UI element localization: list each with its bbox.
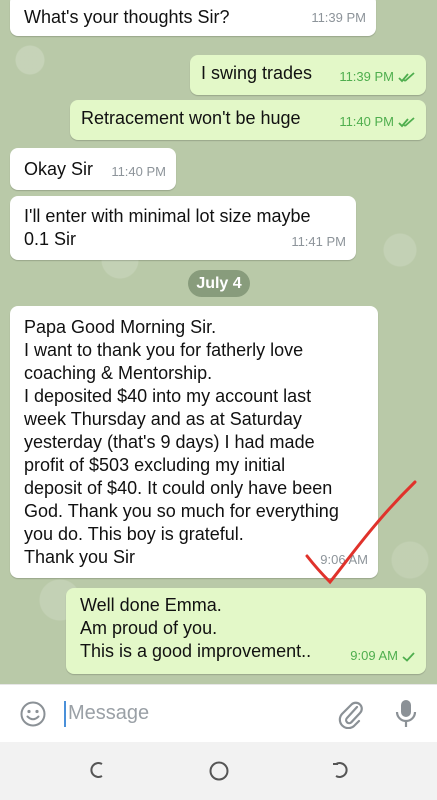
single-check-icon [402,652,415,662]
message-text: I swing trades [201,63,313,83]
message-time: 9:09 AM [350,648,398,663]
text-cursor [64,701,66,727]
back-icon[interactable] [330,760,350,780]
microphone-icon[interactable] [394,698,418,730]
double-check-icon [398,117,415,128]
system-navigation-bar [0,742,437,800]
emoji-icon[interactable] [19,700,47,728]
paperclip-icon[interactable] [338,699,364,729]
message-time: 11:41 PM [291,234,346,249]
recent-apps-icon[interactable] [88,760,108,780]
message-outgoing[interactable]: I swing trades 11:39 PM [190,55,426,95]
message-input[interactable]: Message [68,702,149,725]
message-text: What's your thoughts Sir? [24,7,230,27]
date-separator: July 4 [188,270,250,297]
message-text: Okay Sir [24,159,94,179]
message-incoming[interactable]: I'll enter with minimal lot size maybe 0… [10,196,356,260]
home-icon[interactable] [208,760,230,782]
message-meta: 9:09 AM [350,644,416,667]
message-incoming[interactable]: Papa Good Morning Sir. I want to thank y… [10,306,378,578]
chat-area[interactable]: What's your thoughts Sir? 11:39 PM I swi… [0,0,437,684]
message-text: Retracement won't be huge [81,108,301,128]
message-meta: 11:39 PM [339,65,416,88]
message-time: 11:39 PM [311,10,366,25]
message-time: 9:06 AM [320,552,368,567]
message-time: 11:39 PM [339,69,394,84]
message-text: Papa Good Morning Sir. I want to thank y… [24,317,339,567]
message-outgoing[interactable]: Well done Emma. Am proud of you. This is… [66,588,426,674]
message-meta: 11:40 PM [339,110,416,133]
message-text: I'll enter with minimal lot size maybe 0… [24,206,311,249]
message-text: Well done Emma. Am proud of you. This is… [80,595,312,661]
double-check-icon [398,72,415,83]
message-outgoing[interactable]: Retracement won't be huge 11:40 PM [70,100,426,140]
message-composer: Message [0,684,437,742]
message-time: 11:40 PM [339,114,394,129]
message-incoming[interactable]: What's your thoughts Sir? 11:39 PM [10,0,376,36]
message-time: 11:40 PM [111,164,166,179]
message-incoming[interactable]: Okay Sir 11:40 PM [10,148,176,190]
